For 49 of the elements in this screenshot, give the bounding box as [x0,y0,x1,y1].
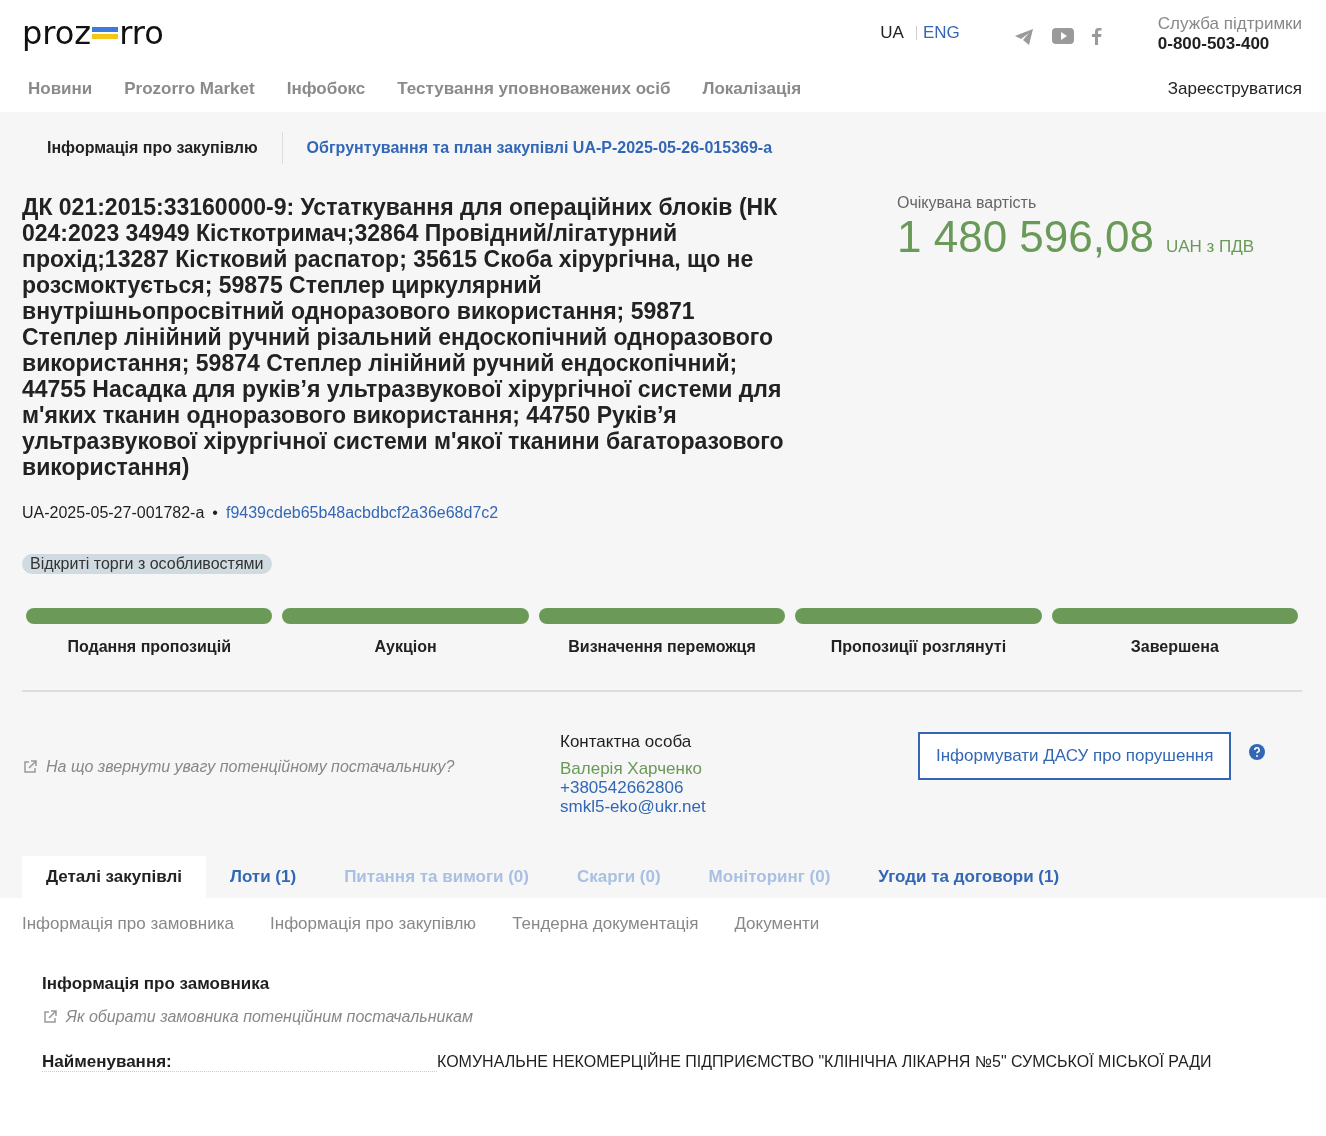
field-value: КОМУНАЛЬНЕ НЕКОМЕРЦІЙНЕ ПІДПРИЄМСТВО "КЛІНІЧНА ЛІКАРНЯ №5" СУМСЬКОЇ МІСЬКОЇ РАДИ [437,1052,1213,1072]
section-link[interactable]: Тендерна документація [512,914,699,934]
tender-title: ДК 021:2015:33160000-9: Устаткування для операційних блоків (НК 024:2023 34949 Кісткотримач;32864 Провідний/лігатурний прохід;13287 Кістковий распатор; 35615 Скоба хірургічна, що не розсмоктується; 59875 Степлер циркулярний внутрішньопросвітний одноразового використання; 59871 Степлер лінійний ручний різальний ендоскопічний одноразового використання; 59874 Степлер лінійний ручний ендоскопічний; 44755 Насадка для руків’я ультразвукової хірургічної системи для м'яких тканин одноразового використання; 44750 Руків’я ультразвукової хірургічної системи м'якої тканини багаторазового використання) [22,194,785,480]
nav-link[interactable]: Новини [28,79,93,99]
tender-id: UA-2025-05-27-001782-a [22,504,205,522]
separator-dot: • [212,504,218,522]
stage-label: Завершена [1130,638,1219,656]
external-link-icon [22,759,38,775]
report-button[interactable]: Інформувати ДАСУ про порушення [918,732,1232,780]
support-phone: 0-800-503-400 [1157,34,1271,54]
tab[interactable]: Деталі закупівлі [22,856,206,898]
stage-label: Пропозиції розглянуті [830,638,1007,656]
external-link-icon [42,1009,58,1025]
nav-link[interactable]: Prozorro Market [124,79,255,99]
tab[interactable]: Угоди та договори (1) [854,856,1084,898]
nav-link[interactable]: Тестування уповноважених осіб [397,79,671,99]
tab[interactable]: Лоти (1) [205,856,321,898]
contact-name[interactable]: Валерія Харченко [560,759,918,778]
section-link[interactable]: Інформація про замовника [22,914,234,934]
stage-label: Подання пропозицій [67,638,231,656]
nav-link[interactable]: Локалізація [702,79,802,99]
price-label: Очікувана вартість [897,194,1038,212]
contact-email[interactable]: smkl5-eko@ukr.net [560,797,918,816]
language-link[interactable]: ENG [915,26,966,40]
section-link[interactable]: Документи [734,914,820,934]
contact-phone[interactable]: +380542662806 [560,778,918,797]
sub-tab[interactable]: Обгрунтування та план закупівлі UA-P-2025-05-26-015369-a [306,139,797,157]
register-link[interactable]: Зареєструватися [1167,79,1302,99]
support-label: Служба підтримки [1157,14,1302,34]
hash-link[interactable]: f9439cdeb65b48acbdbcf2a36e68d7c2 [225,504,499,522]
nav-link[interactable]: Інфобокс [286,79,366,99]
sub-tab[interactable]: Інформація про закупівлю [47,132,283,164]
price-amount: 1 480 596,08 [897,212,1154,261]
facebook-icon[interactable] [1091,28,1102,45]
field-label: Найменування: [42,1052,437,1072]
contact-label: Контактна особа [560,732,693,751]
stage-label: Аукціон [374,638,437,656]
section-heading: Інформація про замовника [42,974,271,994]
procedure-tag: Відкриті торги з особливостями [22,554,272,574]
hint-link[interactable]: Як обирати замовника потенційним постачальникам [42,1008,580,1026]
help-icon[interactable] [1249,744,1266,760]
currency-label: UAH з ПДВ [1165,237,1255,256]
hint-link[interactable]: На що звернути увагу потенційному постачальнику? [22,758,560,776]
telegram-icon[interactable] [1013,28,1034,46]
youtube-icon[interactable] [1051,28,1074,44]
stage-label: Визначення переможця [568,638,756,656]
language-link[interactable]: UA [874,26,910,40]
prozorro-logo[interactable]: proz rro [22,14,164,52]
section-link[interactable]: Інформація про закупівлю [270,914,477,934]
